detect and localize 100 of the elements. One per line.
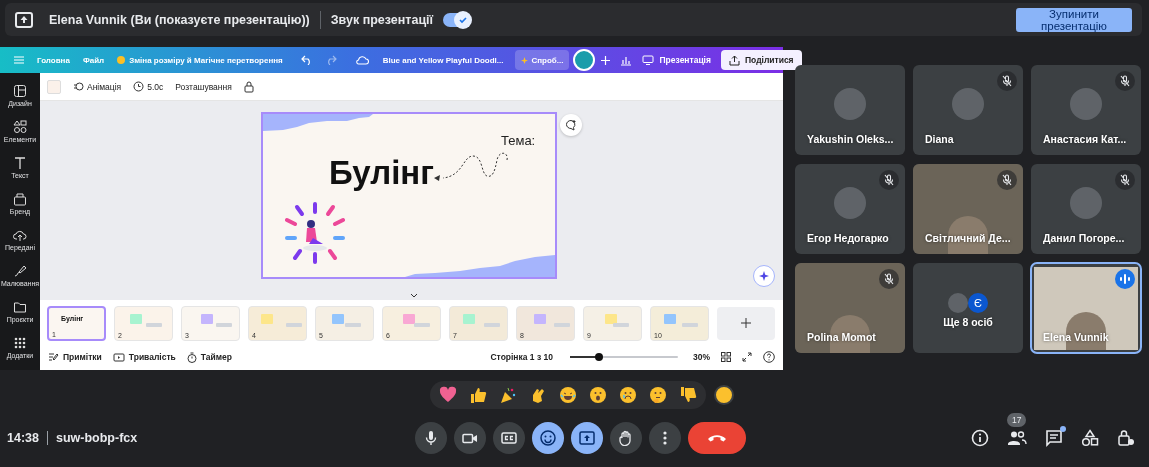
timer-button[interactable]: Таймер xyxy=(186,351,232,363)
audio-toggle[interactable] xyxy=(443,12,472,27)
apps-icon xyxy=(13,336,27,351)
microphone-button[interactable] xyxy=(415,422,447,454)
add-comment-button[interactable] xyxy=(560,114,582,136)
text-icon xyxy=(13,155,27,170)
clock-time: 14:38 xyxy=(7,431,39,445)
surprised-face-icon[interactable] xyxy=(588,386,607,404)
monitor-icon xyxy=(642,55,655,65)
participant-tile[interactable]: Анастасия Кат... xyxy=(1031,64,1141,155)
bullying-illustration-drawing xyxy=(285,202,345,264)
participant-tile[interactable]: Yakushin Oleks... xyxy=(795,64,905,155)
clock-icon xyxy=(133,81,145,92)
brand-icon xyxy=(13,191,27,206)
chat-icon[interactable] xyxy=(1045,429,1063,447)
duration-button[interactable]: 5.0с xyxy=(133,81,164,92)
avatar xyxy=(948,292,968,313)
zoom-slider-thumb[interactable] xyxy=(595,353,604,361)
help-icon[interactable] xyxy=(763,351,775,363)
laughing-face-icon[interactable] xyxy=(558,386,577,404)
microphone-icon xyxy=(425,430,437,446)
avatar xyxy=(1070,87,1102,120)
party-popper-icon[interactable] xyxy=(498,386,517,404)
zoom-percentage: 30% xyxy=(693,352,710,362)
lock-icon[interactable] xyxy=(243,80,254,93)
people-icon[interactable] xyxy=(1007,430,1027,446)
draw-icon xyxy=(13,264,27,279)
position-button[interactable]: Розташування xyxy=(175,81,232,92)
camera-button[interactable] xyxy=(454,422,486,454)
heart-icon[interactable] xyxy=(438,386,457,404)
upload-icon xyxy=(728,54,740,66)
presentation-audio-label: Звук презентації xyxy=(330,12,434,27)
try-button[interactable]: Спроб... xyxy=(515,50,570,70)
participant-name: Світличний Де... xyxy=(925,231,1011,244)
participant-tile[interactable]: Егор Недогарко xyxy=(795,163,905,254)
more-options-button[interactable] xyxy=(649,422,681,454)
notes-icon xyxy=(48,352,59,362)
stop-presenting-button[interactable]: Зупинити презентацію xyxy=(1016,7,1132,32)
cloud-icon[interactable] xyxy=(354,55,369,65)
smiley-icon xyxy=(540,430,556,446)
notes-button[interactable]: Примітки xyxy=(48,352,102,362)
shapes-icon[interactable] xyxy=(1081,429,1099,447)
thinking-face-icon[interactable] xyxy=(648,386,667,404)
captions-button[interactable] xyxy=(493,422,525,454)
skin-tone-button[interactable] xyxy=(713,385,734,405)
present-button[interactable]: Презентація xyxy=(642,55,711,65)
screen-share-icon xyxy=(15,11,33,28)
duration-button[interactable]: Тривалість xyxy=(112,352,176,362)
present-screen-button[interactable] xyxy=(571,422,603,454)
document-title[interactable]: Blue and Yellow Playful Doodl... xyxy=(382,55,504,65)
end-call-button[interactable] xyxy=(688,422,746,454)
color-swatch[interactable] xyxy=(47,79,61,94)
plus-icon xyxy=(741,318,751,328)
participant-name: Данил Погоре... xyxy=(1043,231,1125,244)
grid-view-icon[interactable] xyxy=(721,352,731,362)
hand-icon xyxy=(619,430,633,446)
thumbs-down-icon[interactable] xyxy=(678,386,697,404)
participant-tile[interactable]: Світличний Де... xyxy=(913,163,1023,254)
raise-hand-button[interactable] xyxy=(610,422,642,454)
slide-subtitle: Тема: xyxy=(501,133,536,148)
star-icon xyxy=(521,56,529,64)
lock-person-icon[interactable] xyxy=(1117,429,1135,447)
letter-avatar: Є xyxy=(968,292,988,313)
plus-icon[interactable] xyxy=(601,55,611,65)
participant-tile[interactable]: Є Ще 8 осіб xyxy=(913,262,1023,353)
avatar xyxy=(952,87,984,120)
participant-name: Ще 8 осіб xyxy=(942,315,994,328)
avatar xyxy=(834,186,866,219)
participant-tile[interactable]: Diana xyxy=(913,64,1023,155)
participant-count-badge: 17 xyxy=(1007,413,1027,427)
participant-tile[interactable]: Данил Погоре... xyxy=(1031,163,1141,254)
participant-name: Diana xyxy=(925,132,954,145)
participant-name: Yakushin Oleks... xyxy=(807,132,894,145)
uploads-icon xyxy=(13,228,27,243)
thumbs-up-icon[interactable] xyxy=(468,386,487,404)
meeting-code: suw-bobp-fcx xyxy=(56,431,138,445)
share-button[interactable]: Поділитися xyxy=(720,50,802,70)
sad-face-icon[interactable] xyxy=(618,386,637,404)
emoji-button[interactable] xyxy=(532,422,564,454)
elements-icon xyxy=(13,119,27,134)
design-icon xyxy=(13,83,27,98)
avatar xyxy=(1070,186,1102,219)
screen-share-icon xyxy=(579,431,595,445)
magic-sparkle-button[interactable] xyxy=(753,265,775,287)
user-avatar[interactable] xyxy=(573,49,596,71)
fullscreen-icon[interactable] xyxy=(742,352,752,362)
projects-icon xyxy=(13,300,27,315)
undo-icon[interactable] xyxy=(300,55,313,65)
animation-button[interactable]: Анімація xyxy=(73,81,122,92)
presenter-label: Elena Vunnik (Ви (показуєте презентацію)) xyxy=(49,12,310,27)
timeline-icon xyxy=(112,352,125,362)
captions-icon xyxy=(501,432,517,444)
phone-hang-up-icon xyxy=(707,434,727,442)
participant-name: Анастасия Кат... xyxy=(1043,132,1127,145)
slide[interactable]: Тема: Булінг xyxy=(261,112,557,279)
video-camera-icon xyxy=(462,432,478,444)
bar-chart-icon[interactable] xyxy=(620,54,633,66)
info-icon[interactable] xyxy=(971,429,989,447)
participant-tile[interactable]: Polina Momot xyxy=(795,262,905,353)
page-indicator: Сторінка 1 з 10 xyxy=(490,352,553,362)
